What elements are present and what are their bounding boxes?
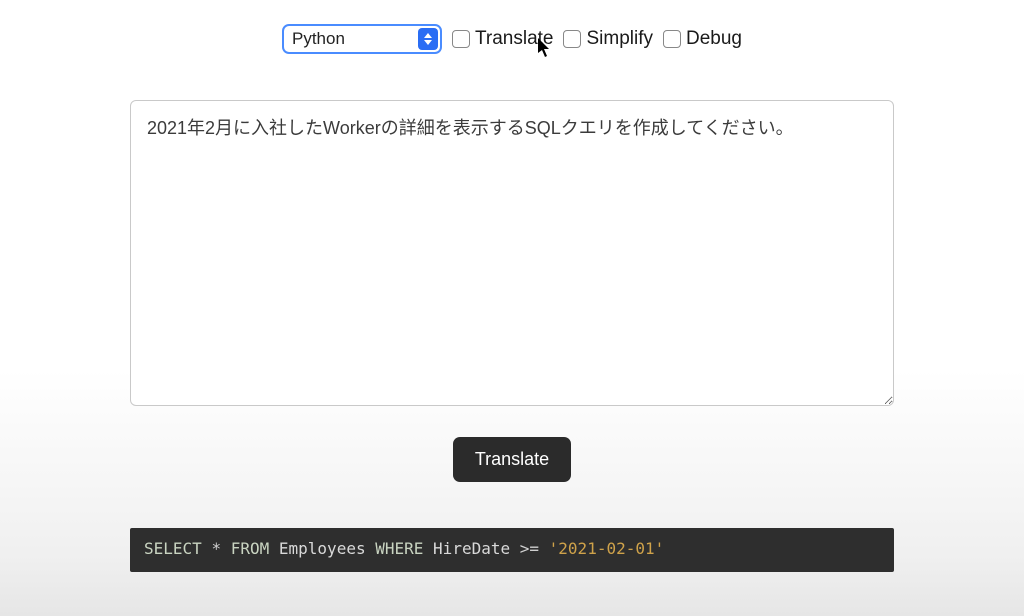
checkbox-simplify[interactable]: Simplify bbox=[563, 28, 653, 50]
sql-token-op: >= bbox=[520, 539, 539, 558]
sql-token-kw: SELECT bbox=[144, 539, 202, 558]
sql-result: SELECT * FROM Employees WHERE HireDate >… bbox=[130, 528, 894, 572]
translate-button[interactable]: Translate bbox=[453, 437, 571, 482]
checkbox-box-icon bbox=[563, 30, 581, 48]
sql-token-str: '2021-02-01' bbox=[549, 539, 665, 558]
prompt-textarea[interactable] bbox=[130, 100, 894, 406]
controls-row: Python Translate Simplify Debug bbox=[0, 0, 1024, 58]
checkbox-box-icon bbox=[452, 30, 470, 48]
checkbox-translate[interactable]: Translate bbox=[452, 28, 554, 50]
language-select[interactable]: Python bbox=[282, 24, 442, 54]
sql-token-ident: HireDate bbox=[433, 539, 510, 558]
action-row: Translate bbox=[0, 437, 1024, 482]
checkbox-simplify-label: Simplify bbox=[586, 28, 653, 50]
checkbox-debug[interactable]: Debug bbox=[663, 28, 742, 50]
checkbox-box-icon bbox=[663, 30, 681, 48]
sql-token-ident: Employees bbox=[279, 539, 366, 558]
checkbox-translate-label: Translate bbox=[475, 28, 554, 50]
language-select-value: Python bbox=[292, 29, 432, 49]
sql-token-star: * bbox=[211, 539, 221, 558]
select-arrows-icon bbox=[418, 28, 438, 50]
prompt-area bbox=[130, 100, 894, 411]
sql-token-kw: WHERE bbox=[375, 539, 423, 558]
sql-token-kw: FROM bbox=[231, 539, 270, 558]
checkbox-debug-label: Debug bbox=[686, 28, 742, 50]
